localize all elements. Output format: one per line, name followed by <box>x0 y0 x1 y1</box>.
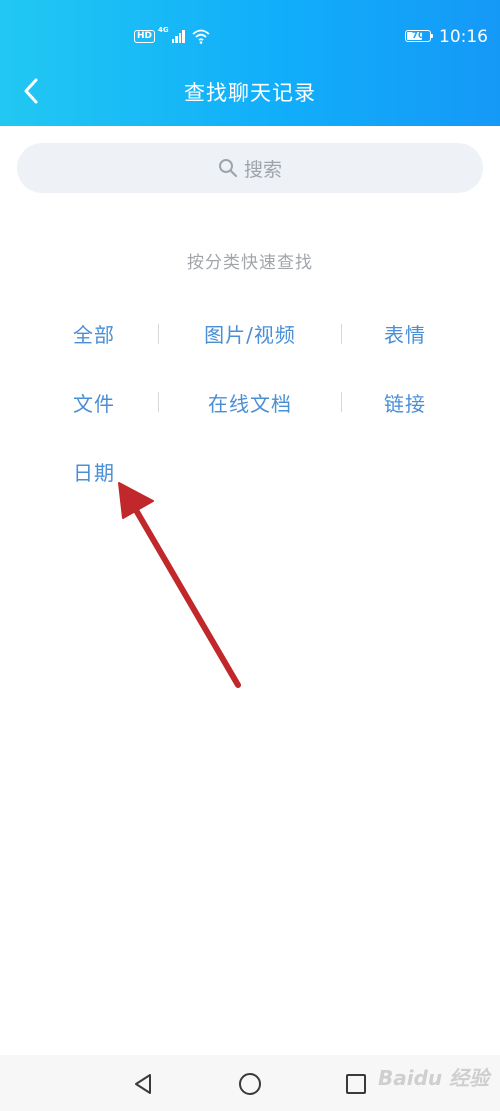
category-files[interactable]: 文件 <box>24 390 164 418</box>
category-links[interactable]: 链接 <box>335 390 475 418</box>
category-divider <box>158 392 159 412</box>
category-online-docs[interactable]: 在线文档 <box>180 390 320 418</box>
category-images-videos[interactable]: 图片/视频 <box>180 321 320 349</box>
status-time: 10:16 <box>439 27 488 47</box>
battery-tip <box>431 34 433 38</box>
back-triangle-icon[interactable] <box>128 1069 158 1099</box>
section-hint: 按分类快速查找 <box>187 253 313 273</box>
category-divider <box>158 324 159 344</box>
search-icon <box>218 159 238 178</box>
network-indicators: HD 4G <box>134 26 211 46</box>
category-stickers[interactable]: 表情 <box>335 321 475 349</box>
app-header: HD 4G 70 10:16 查找聊天记录 <box>0 0 500 126</box>
network-type-label: 4G <box>158 26 169 34</box>
search-input[interactable]: 搜索 <box>17 143 483 193</box>
home-circle-icon[interactable] <box>235 1069 265 1099</box>
category-date[interactable]: 日期 <box>24 459 164 487</box>
search-placeholder: 搜索 <box>243 158 282 181</box>
page-title: 查找聊天记录 <box>184 81 316 105</box>
wifi-icon <box>192 29 210 44</box>
status-bar: HD 4G 70 10:16 <box>0 0 500 70</box>
category-all[interactable]: 全部 <box>24 321 164 349</box>
watermark: Baidu 经验 <box>378 1066 490 1090</box>
battery-icon: 70 <box>405 30 431 42</box>
recents-square-icon[interactable] <box>341 1069 371 1099</box>
signal-icon <box>171 29 185 43</box>
hd-icon: HD <box>134 29 156 43</box>
battery-level: 70 <box>411 31 425 41</box>
